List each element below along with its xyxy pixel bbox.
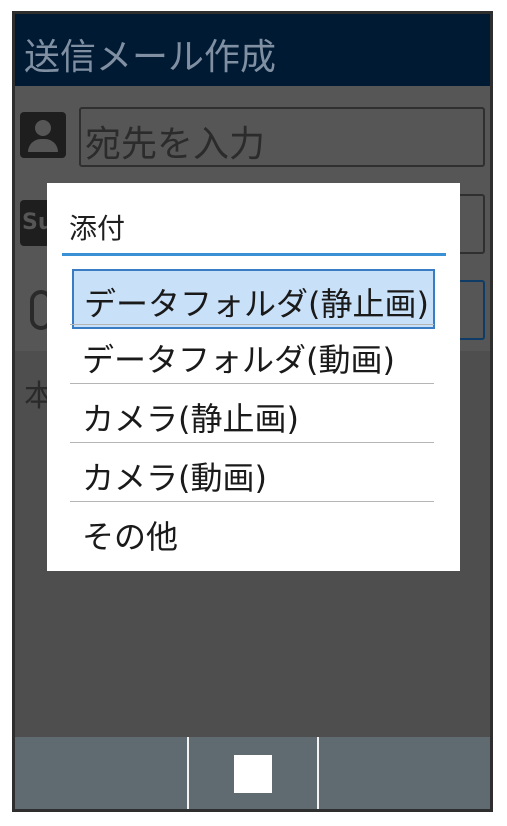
dialog-title: 添付 [69,212,126,245]
menu-item-camera-still[interactable]: カメラ(静止画) [70,384,434,444]
person-icon[interactable] [20,112,66,158]
menu-item-other[interactable]: その他 [70,502,434,562]
person-icon-body [28,139,58,152]
to-placeholder: 宛先を入力 [85,124,266,165]
softkey-divider [317,737,319,809]
menu-item-data-folder-video[interactable]: データフォルダ(動画) [70,325,434,385]
menu-item-label: カメラ(動画) [82,459,267,497]
center-softkey-icon[interactable] [234,755,272,793]
attach-dialog: 添付 データフォルダ(静止画) データフォルダ(動画) カメラ(静止画) カメラ… [47,183,460,571]
menu-item-label: データフォルダ(動画) [82,341,395,379]
dialog-title-rule [62,253,446,256]
to-field[interactable]: 宛先を入力 [79,107,485,167]
menu-item-label: カメラ(静止画) [82,400,299,438]
softkey-bar [15,737,490,809]
subject-icon: Su [20,200,54,246]
page-title: 送信メール作成 [24,37,277,78]
menu-item-label: その他 [82,518,179,556]
menu-item-label: データフォルダ(静止画) [84,285,429,323]
menu-item-data-folder-still[interactable]: データフォルダ(静止画) [72,269,435,329]
title-bar: 送信メール作成 [15,14,490,86]
person-icon-head [35,120,51,136]
softkey-divider [187,737,189,809]
menu-item-camera-video[interactable]: カメラ(動画) [70,443,434,503]
